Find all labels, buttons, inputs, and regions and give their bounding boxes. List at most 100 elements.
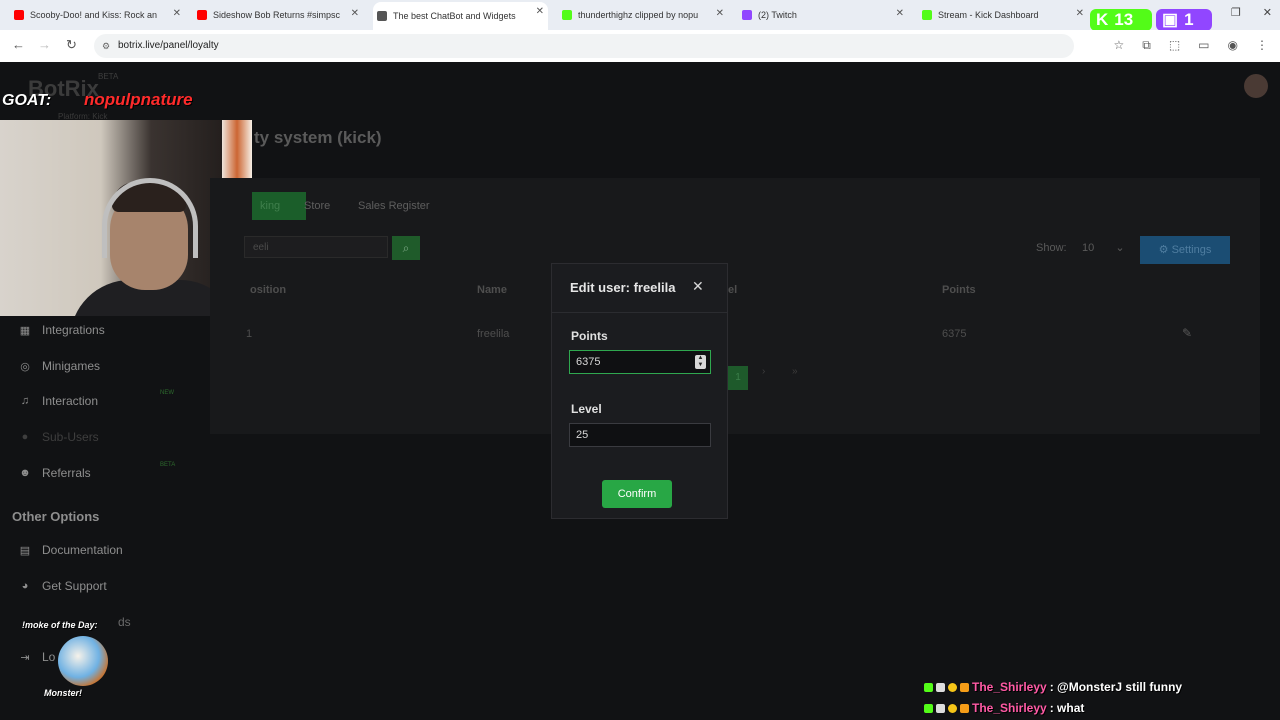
tab-title: Scooby-Doo! and Kiss: Rock an xyxy=(30,10,158,20)
browser-tab[interactable]: Sideshow Bob Returns #simpsc ✕ xyxy=(193,4,363,26)
smoke-of-the-day-label: !moke of the Day: xyxy=(22,620,98,630)
crown-badge-icon xyxy=(960,682,969,692)
kick-icon xyxy=(922,10,932,20)
kick-viewer-badge: K 13 xyxy=(1090,9,1152,31)
sidebar-item-label: Lo xyxy=(42,650,56,664)
browser-tab[interactable]: Stream - Kick Dashboard ✕ xyxy=(918,4,1088,26)
points-input[interactable]: 6375 ▲ ▼ xyxy=(569,350,711,374)
modal-title: Edit user: freelila xyxy=(570,280,676,295)
column-header-points: Points xyxy=(942,284,976,296)
user-avatar[interactable] xyxy=(1244,74,1268,98)
chat-message: The_Shirleyy : what xyxy=(924,701,1084,715)
close-tab-icon[interactable]: ✕ xyxy=(173,8,181,19)
goat-label: GOAT: xyxy=(2,92,52,109)
gear-icon: ⚙ xyxy=(1158,244,1172,256)
beta-badge: BETA xyxy=(160,462,176,468)
sidebar-item-interaction[interactable]: ♫ Interaction NEW xyxy=(18,390,174,408)
kick-badge-icon xyxy=(924,682,933,692)
sidebar-item-label: ds xyxy=(118,615,131,629)
forward-icon[interactable]: → xyxy=(38,37,51,52)
cell-name: freelila xyxy=(477,328,510,340)
tab-title: Sideshow Bob Returns #simpsc xyxy=(213,10,341,20)
kick-viewer-count: 13 xyxy=(1114,10,1134,29)
modal-divider xyxy=(552,312,727,313)
edit-pencil-icon[interactable]: ✎ xyxy=(1182,326,1192,340)
close-icon[interactable]: ✕ xyxy=(692,278,704,295)
level-value: 25 xyxy=(576,429,589,441)
book-icon: ▤ xyxy=(19,544,31,557)
discord-icon: ◕ xyxy=(21,580,29,592)
close-window-icon[interactable]: ✕ xyxy=(1263,6,1272,19)
kick-badge-icon xyxy=(924,703,933,713)
search-button[interactable]: ⌕ xyxy=(392,236,420,260)
sidebar-item-rewards[interactable]: ds xyxy=(118,615,131,629)
column-header-name: Name xyxy=(477,284,507,296)
extension-icon[interactable]: ⧉ xyxy=(1142,38,1151,53)
search-value: eeli xyxy=(253,242,269,253)
url-text: botrix.live/panel/loyalty xyxy=(118,40,219,51)
close-tab-icon[interactable]: ✕ xyxy=(1076,8,1084,19)
botrix-icon xyxy=(377,11,387,21)
close-tab-icon[interactable]: ✕ xyxy=(351,8,359,19)
chat-message: The_Shirleyy : @MonsterJ still funny xyxy=(924,680,1182,694)
sidebar-item-documentation[interactable]: ▤ Documentation xyxy=(18,543,123,557)
number-stepper-icon[interactable]: ▲ ▼ xyxy=(695,355,706,369)
sidebar-item-logout[interactable]: ⇥ Lo xyxy=(18,650,55,664)
close-tab-icon[interactable]: ✕ xyxy=(536,6,544,17)
youtube-icon xyxy=(197,10,207,20)
tab-title: thunderthighz clipped by nopu xyxy=(578,10,699,20)
page-1-button[interactable]: 1 xyxy=(728,366,748,390)
sidebar-item-label: Integrations xyxy=(42,323,105,337)
confirm-button[interactable]: Confirm xyxy=(602,480,672,508)
smoke-of-the-day-name: Monster! xyxy=(44,688,82,698)
browser-tab[interactable]: Scooby-Doo! and Kiss: Rock an ✕ xyxy=(10,4,185,26)
show-value: 10 xyxy=(1082,242,1095,254)
url-field[interactable]: ⚙ botrix.live/panel/loyalty xyxy=(94,34,1074,58)
close-tab-icon[interactable]: ✕ xyxy=(896,8,904,19)
browser-tab-active[interactable]: The best ChatBot and Widgets ✕ xyxy=(373,2,548,30)
chat-username: The_Shirleyy xyxy=(972,701,1047,715)
sword-badge-icon xyxy=(936,703,945,713)
youtube-icon xyxy=(14,10,24,20)
twitch-viewer-count: 1 xyxy=(1184,10,1194,29)
page-title: ty system (kick) xyxy=(254,128,382,147)
sidebar-item-integrations[interactable]: ▦ Integrations xyxy=(18,323,105,337)
restore-icon[interactable]: ❐ xyxy=(1231,6,1241,19)
kick-icon xyxy=(562,10,572,20)
tab-store[interactable]: Store xyxy=(296,192,338,220)
bookmark-star-icon[interactable]: ☆ xyxy=(1113,38,1124,53)
reload-icon[interactable]: ↻ xyxy=(66,37,77,53)
next-page-icon[interactable]: › xyxy=(762,366,765,377)
column-header-level: el xyxy=(728,284,738,296)
chat-username: The_Shirleyy xyxy=(972,680,1047,694)
show-select[interactable]: 10 ⌄ xyxy=(1080,238,1130,258)
browser-tab[interactable]: (2) Twitch ✕ xyxy=(738,4,908,26)
tab-sales-register[interactable]: Sales Register xyxy=(350,192,438,220)
users-icon: ● xyxy=(21,431,29,443)
close-tab-icon[interactable]: ✕ xyxy=(716,8,724,19)
back-icon[interactable]: ← xyxy=(12,37,25,52)
menu-icon[interactable]: ⋮ xyxy=(1256,38,1268,53)
window-controls: ❐ ✕ xyxy=(1231,6,1272,19)
puzzle-icon[interactable]: ⬚ xyxy=(1169,38,1180,53)
side-panel-icon[interactable]: ▭ xyxy=(1198,38,1209,53)
new-badge: NEW xyxy=(160,390,174,396)
browser-tab[interactable]: thunderthighz clipped by nopu ✕ xyxy=(558,4,728,26)
last-page-icon[interactable]: » xyxy=(792,366,798,377)
sidebar-item-get-support[interactable]: ◕ Get Support xyxy=(18,579,107,593)
search-input[interactable]: eeli xyxy=(244,236,388,258)
cell-points: 6375 xyxy=(942,328,967,340)
sidebar-item-sub-users[interactable]: ● Sub-Users xyxy=(18,430,99,444)
level-input[interactable]: 25 xyxy=(569,423,711,447)
settings-button[interactable]: ⚙ Settings xyxy=(1140,236,1230,264)
profile-icon[interactable]: ◉ xyxy=(1228,38,1238,53)
sidebar-item-minigames[interactable]: ◎ Minigames xyxy=(18,359,100,373)
gamepad-icon: ◎ xyxy=(20,360,30,373)
search-icon: ⌕ xyxy=(402,241,410,255)
site-info-icon[interactable]: ⚙ xyxy=(102,34,110,58)
column-header-position: osition xyxy=(250,284,287,296)
points-label: Points xyxy=(571,329,608,343)
sidebar-item-referrals[interactable]: ☻ Referrals BETA xyxy=(18,462,175,480)
settings-label: Settings xyxy=(1171,244,1212,256)
chevron-down-icon: ⌄ xyxy=(1115,242,1125,254)
